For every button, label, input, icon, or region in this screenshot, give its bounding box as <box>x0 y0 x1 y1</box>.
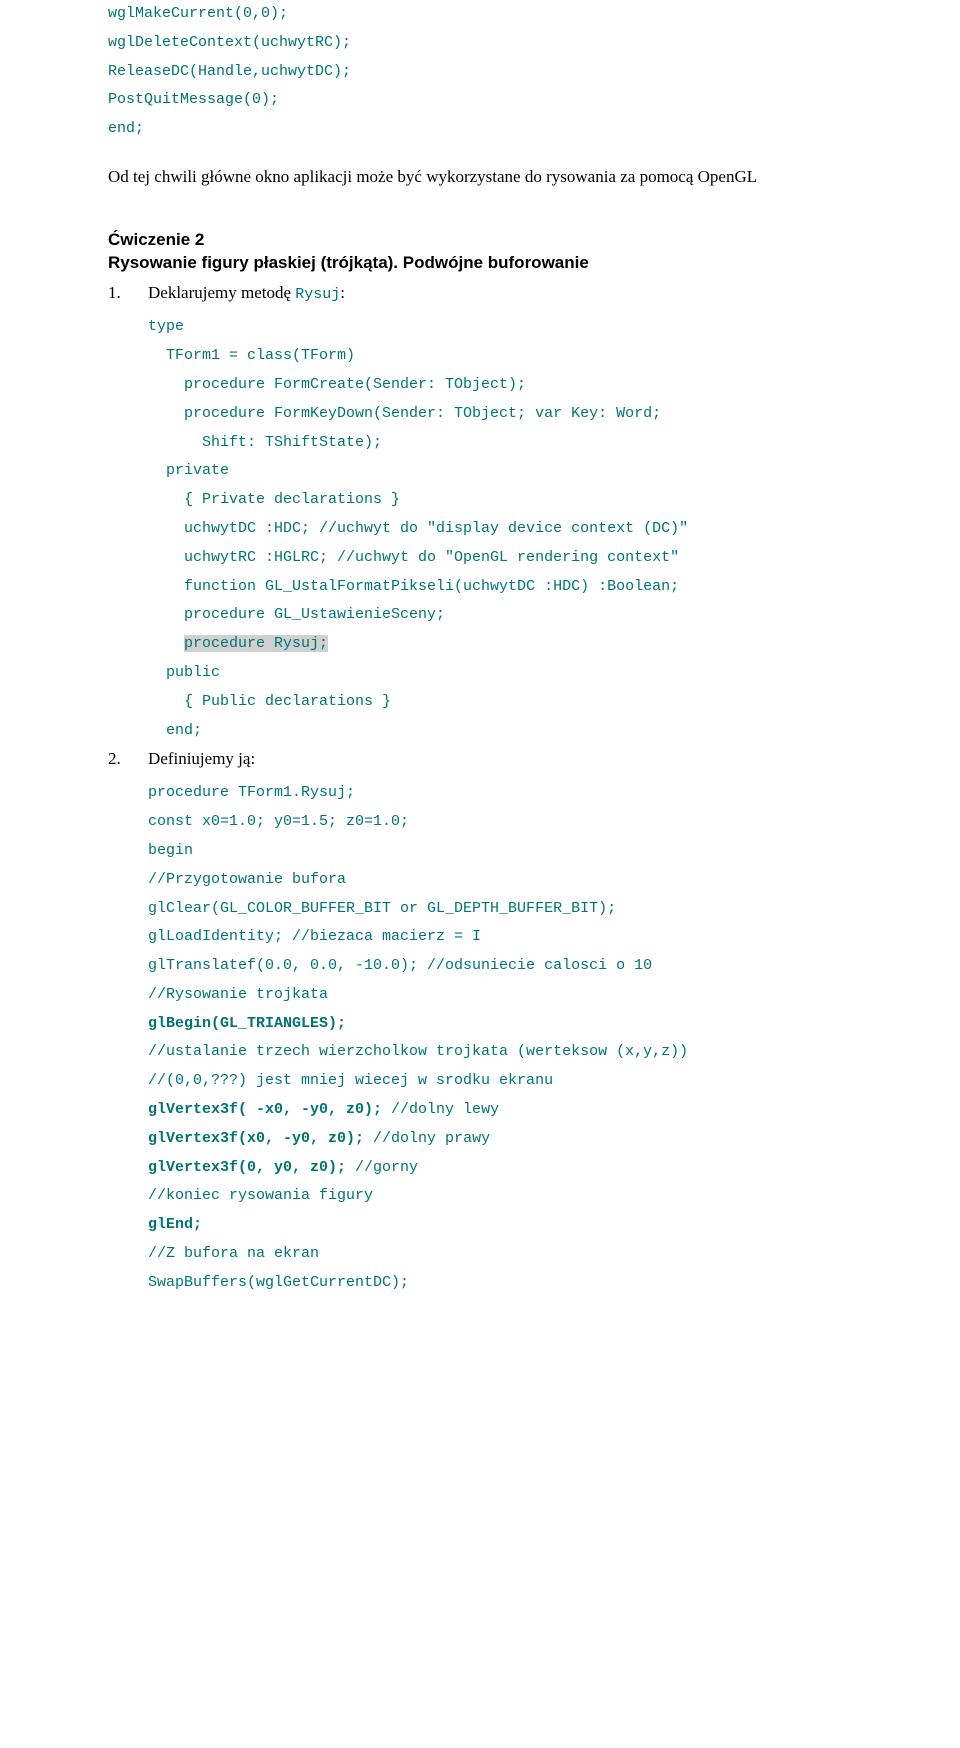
code-line: wglMakeCurrent(0,0); <box>108 5 288 22</box>
code-line: type <box>148 318 184 335</box>
list-number: 1. <box>108 283 148 303</box>
code-line: uchwytRC :HGLRC; //uchwyt do "OpenGL ren… <box>148 549 679 566</box>
code-line: glClear(GL_COLOR_BUFFER_BIT or GL_DEPTH_… <box>148 900 616 917</box>
code-line: begin <box>148 842 193 859</box>
code-line: function GL_UstalFormatPikseli(uchwytDC … <box>148 578 679 595</box>
code-line: ReleaseDC(Handle,uchwytDC); <box>108 63 351 80</box>
code-block-destroy: wglMakeCurrent(0,0); wglDeleteContext(uc… <box>108 0 852 144</box>
code-line: glLoadIdentity; //biezaca macierz = I <box>148 928 481 945</box>
code-line: //dolny prawy <box>364 1130 490 1147</box>
section-heading-exercise-2: Ćwiczenie 2 Rysowanie figury płaskiej (t… <box>108 229 852 275</box>
code-line: uchwytDC :HDC; //uchwyt do "display devi… <box>148 520 688 537</box>
list-number: 2. <box>108 749 148 769</box>
code-token-rysuj: Rysuj <box>295 286 340 303</box>
code-line: //Przygotowanie bufora <box>148 871 346 888</box>
code-line: const x0=1.0; y0=1.5; z0=1.0; <box>148 813 409 830</box>
code-line: { Private declarations } <box>148 491 400 508</box>
code-line-bold: glVertex3f( -x0, -y0, z0); <box>148 1101 382 1118</box>
code-line: procedure FormKeyDown(Sender: TObject; v… <box>148 405 661 422</box>
list-text: Definiujemy ją: <box>148 749 255 768</box>
list-text-after: : <box>340 283 345 302</box>
code-line <box>148 635 184 652</box>
code-line: SwapBuffers(wglGetCurrentDC); <box>148 1274 409 1291</box>
code-block-type-decl: type TForm1 = class(TForm) procedure For… <box>108 313 852 745</box>
code-line: //ustalanie trzech wierzcholkow trojkata… <box>148 1043 688 1060</box>
code-line: Shift: TShiftState); <box>148 434 382 451</box>
code-line-bold: glVertex3f(x0, -y0, z0); <box>148 1130 364 1147</box>
code-line: //gorny <box>346 1159 418 1176</box>
code-line: { Public declarations } <box>148 693 391 710</box>
code-line: PostQuitMessage(0); <box>108 91 279 108</box>
code-line: wglDeleteContext(uchwytRC); <box>108 34 351 51</box>
code-line: //dolny lewy <box>382 1101 499 1118</box>
code-line: procedure GL_UstawienieSceny; <box>148 606 445 623</box>
list-text: Deklarujemy metodę <box>148 283 295 302</box>
code-line-bold: glVertex3f(0, y0, z0); <box>148 1159 346 1176</box>
code-line: TForm1 = class(TForm) <box>148 347 355 364</box>
code-line: public <box>148 664 220 681</box>
code-line-highlight: procedure Rysuj; <box>184 635 328 652</box>
paragraph-intro: Od tej chwili główne okno aplikacji może… <box>108 164 852 190</box>
code-line: procedure FormCreate(Sender: TObject); <box>148 376 526 393</box>
code-line-bold: glEnd; <box>148 1216 202 1233</box>
list-item-2: 2. Definiujemy ją: <box>108 749 852 769</box>
code-line: glTranslatef(0.0, 0.0, -10.0); //odsunie… <box>148 957 652 974</box>
code-line: //koniec rysowania figury <box>148 1187 373 1204</box>
code-block-rysuj-impl: procedure TForm1.Rysuj; const x0=1.0; y0… <box>108 779 852 1297</box>
list-item-1: 1. Deklarujemy metodę Rysuj: <box>108 283 852 303</box>
code-line: procedure TForm1.Rysuj; <box>148 784 355 801</box>
code-line: //(0,0,???) jest mniej wiecej w srodku e… <box>148 1072 553 1089</box>
code-line: private <box>148 462 229 479</box>
code-line: end; <box>108 120 144 137</box>
code-line: end; <box>148 722 202 739</box>
code-line: //Rysowanie trojkata <box>148 986 328 1003</box>
code-line: //Z bufora na ekran <box>148 1245 319 1262</box>
code-line-bold: glBegin(GL_TRIANGLES); <box>148 1015 346 1032</box>
